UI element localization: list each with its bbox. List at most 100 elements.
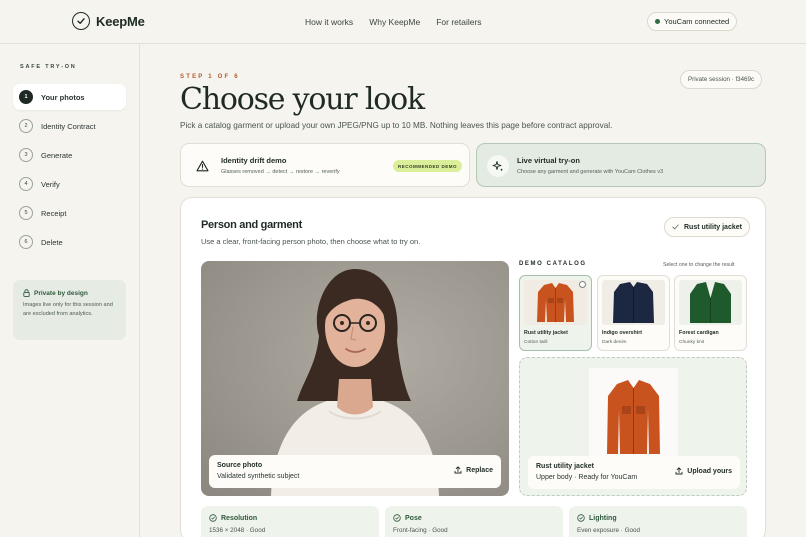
privacy-title-text: Private by design xyxy=(34,289,88,297)
metric-value: Even exposure · Good xyxy=(577,527,641,534)
metric-title-text: Pose xyxy=(405,514,422,522)
mode-title: Live virtual try-on xyxy=(517,156,580,165)
step-your-photos[interactable]: 1 Your photos xyxy=(13,84,126,110)
person-garment-panel: Person and garment Use a clear, front-fa… xyxy=(180,197,766,537)
garment-name: Indigo overshirt xyxy=(602,330,643,336)
logo-check-icon xyxy=(72,12,90,30)
step-number: 6 xyxy=(19,235,33,249)
metric-title: Lighting xyxy=(577,514,617,522)
step-number: 5 xyxy=(19,206,33,220)
catalog-hint: Select one to change the result xyxy=(663,262,735,268)
nav-for-retailers[interactable]: For retailers xyxy=(436,17,481,27)
panel-title: Person and garment xyxy=(201,219,302,231)
cardigan-image xyxy=(690,282,731,323)
garment-preview: Rust utility jacket Upper body · Ready f… xyxy=(519,357,747,496)
recommended-badge: RECOMMENDED DEMO xyxy=(393,160,463,172)
garment-name: Forest cardigan xyxy=(679,330,719,336)
top-bar: KeepMe How it works Why KeepMe For retai… xyxy=(0,0,806,44)
main-nav: How it works Why KeepMe For retailers xyxy=(305,17,482,27)
step-number: 3 xyxy=(19,148,33,162)
step-verify[interactable]: 4 Verify xyxy=(13,171,126,197)
sidebar-heading: SAFE TRY-ON xyxy=(20,64,77,70)
replace-label: Replace xyxy=(466,466,493,474)
privacy-card: Private by design Images live only for t… xyxy=(13,280,126,340)
step-label: Delete xyxy=(41,237,63,247)
status-dot-icon xyxy=(655,19,660,24)
nav-how-it-works[interactable]: How it works xyxy=(305,17,353,27)
sparkle-icon xyxy=(487,155,509,177)
garment-thumbnail xyxy=(679,280,742,325)
step-receipt[interactable]: 5 Receipt xyxy=(13,200,126,226)
step-eyebrow: STEP 1 OF 6 xyxy=(180,74,240,80)
metric-title-text: Resolution xyxy=(221,514,258,522)
metric-title: Resolution xyxy=(209,514,257,522)
catalog-item-indigo-overshirt[interactable]: Indigo overshirt Dark denim xyxy=(597,275,670,351)
step-label: Your photos xyxy=(41,92,85,102)
selection-radio[interactable] xyxy=(579,281,586,288)
garment-material: Dark denim xyxy=(602,340,627,345)
mode-title: Identity drift demo xyxy=(221,156,287,165)
step-generate[interactable]: 3 Generate xyxy=(13,142,126,168)
jacket-image xyxy=(607,380,660,454)
garment-name: Rust utility jacket xyxy=(524,330,568,336)
mode-live-virtual-try-on[interactable]: Live virtual try-on Choose any garment a… xyxy=(476,143,766,187)
connection-status-badge: YouCam connected xyxy=(647,12,738,31)
catalog-item-rust-jacket[interactable]: Rust utility jacket Cotton twill xyxy=(519,275,592,351)
catalog-item-forest-cardigan[interactable]: Forest cardigan Chunky knit xyxy=(674,275,747,351)
garment-material: Chunky knit xyxy=(679,340,705,345)
preview-sub: Upper body · Ready for YouCam xyxy=(536,474,638,481)
page-subtitle: Pick a catalog garment or upload your ow… xyxy=(180,121,613,130)
catalog-heading: DEMO CATALOG xyxy=(519,261,587,267)
preview-caption: Rust utility jacket Upper body · Ready f… xyxy=(528,456,740,489)
jacket-image xyxy=(537,283,574,322)
metric-pose: Pose Front-facing · Good xyxy=(385,506,563,537)
mode-identity-drift-demo[interactable]: Identity drift demo Glasses removed → de… xyxy=(180,143,470,187)
page-title: Choose your look xyxy=(180,82,425,117)
photo-caption: Source photo Validated synthetic subject… xyxy=(209,455,501,488)
overshirt-image xyxy=(613,282,654,323)
upload-yours-label: Upload yours xyxy=(687,467,732,475)
selected-garment-pill[interactable]: Rust utility jacket xyxy=(664,217,750,237)
upload-yours-button[interactable]: Upload yours xyxy=(675,467,732,475)
step-number: 2 xyxy=(19,119,33,133)
step-delete[interactable]: 6 Delete xyxy=(13,229,126,255)
lock-icon xyxy=(23,289,30,297)
brand-name: KeepMe xyxy=(96,13,145,29)
step-label: Verify xyxy=(41,179,60,189)
panel-subtitle: Use a clear, front-facing person photo, … xyxy=(201,237,421,246)
nav-why-keepme[interactable]: Why KeepMe xyxy=(369,17,420,27)
step-number: 4 xyxy=(19,177,33,191)
garment-material: Cotton twill xyxy=(524,340,548,345)
preview-title: Rust utility jacket xyxy=(536,463,594,470)
privacy-title: Private by design xyxy=(23,289,116,297)
check-icon xyxy=(672,224,679,230)
metric-value: Front-facing · Good xyxy=(393,527,448,534)
check-circle-icon xyxy=(209,514,217,522)
metric-resolution: Resolution 1536 × 2048 · Good xyxy=(201,506,379,537)
photo-caption-sub: Validated synthetic subject xyxy=(217,473,300,480)
step-label: Identity Contract xyxy=(41,121,96,131)
garment-thumbnail xyxy=(524,280,587,325)
warning-triangle-icon xyxy=(193,157,211,175)
upload-icon xyxy=(675,467,683,475)
photo-caption-title: Source photo xyxy=(217,462,263,469)
metric-value: 1536 × 2048 · Good xyxy=(209,527,266,534)
garment-preview-image xyxy=(589,368,678,458)
privacy-text: Images live only for this session and ar… xyxy=(23,302,113,317)
mode-description: Glasses removed → detect → restore → rev… xyxy=(221,169,340,175)
metric-title: Pose xyxy=(393,514,422,522)
source-photo: Source photo Validated synthetic subject… xyxy=(201,261,509,496)
metric-title-text: Lighting xyxy=(589,514,617,522)
sidebar: SAFE TRY-ON 1 Your photos 2 Identity Con… xyxy=(0,44,140,537)
mode-description: Choose any garment and generate with You… xyxy=(517,169,664,175)
brand-logo[interactable]: KeepMe xyxy=(72,12,145,30)
upload-icon xyxy=(454,466,462,474)
replace-photo-button[interactable]: Replace xyxy=(454,466,493,474)
connection-status-label: YouCam connected xyxy=(664,17,730,26)
selected-garment-label: Rust utility jacket xyxy=(684,223,742,231)
garment-thumbnail xyxy=(602,280,665,325)
step-number: 1 xyxy=(19,90,33,104)
step-identity-contract[interactable]: 2 Identity Contract xyxy=(13,113,126,139)
metric-lighting: Lighting Even exposure · Good xyxy=(569,506,747,537)
step-label: Receipt xyxy=(41,208,67,218)
